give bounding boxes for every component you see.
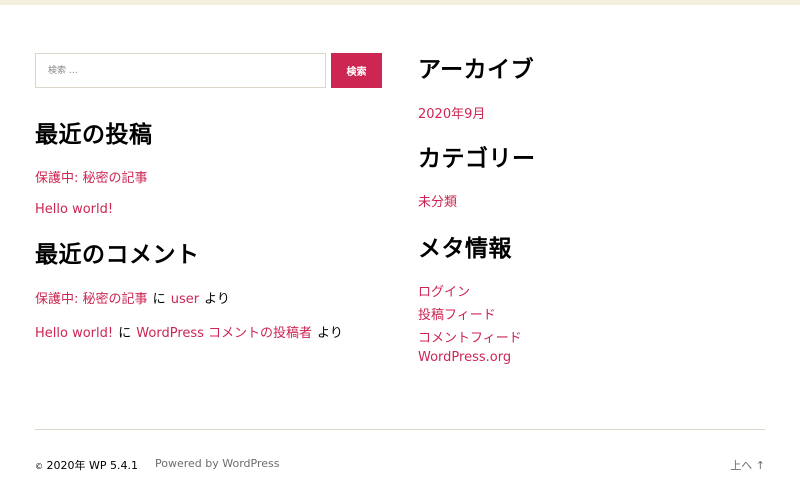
comment-on-text: に <box>118 326 132 341</box>
archives-heading: アーカイブ <box>418 57 535 83</box>
widget-column-right: アーカイブ 2020年9月 カテゴリー 未分類 メタ情報 ログイン 投稿フィード… <box>418 53 765 366</box>
to-top-link[interactable]: 上へ ↑ <box>730 457 765 473</box>
category-link[interactable]: 未分類 <box>418 191 765 210</box>
footer-divider <box>35 429 765 430</box>
comment-author-link[interactable]: user <box>171 292 199 307</box>
copyright-symbol: © <box>35 462 43 471</box>
comment-by-text: より <box>317 326 343 341</box>
search-input[interactable] <box>35 53 326 88</box>
search-button[interactable]: 検索 <box>331 53 382 88</box>
recent-post-link[interactable]: Hello world! <box>35 202 382 217</box>
meta-link-comments-feed[interactable]: コメントフィード <box>418 327 765 346</box>
meta-link-login[interactable]: ログイン <box>418 281 765 300</box>
site-footer: © 2020年 WP 5.4.1 Powered by WordPress 上へ… <box>35 457 765 473</box>
copyright: © 2020年 WP 5.4.1 <box>35 457 138 473</box>
recent-comments-heading: 最近のコメント <box>35 242 200 268</box>
meta-link-entries-feed[interactable]: 投稿フィード <box>418 304 765 323</box>
recent-comment-item: Hello world! に WordPress コメントの投稿者 より <box>35 322 382 341</box>
copyright-text: 2020年 WP 5.4.1 <box>46 459 139 472</box>
comment-author-link[interactable]: WordPress コメントの投稿者 <box>136 326 312 341</box>
widget-column-left: 検索 最近の投稿 保護中: 秘密の記事 Hello world! 最近のコメント… <box>35 53 382 341</box>
comment-by-text: より <box>204 292 230 307</box>
powered-by-link[interactable]: Powered by WordPress <box>155 457 279 470</box>
recent-post-link[interactable]: 保護中: 秘密の記事 <box>35 167 382 186</box>
meta-link-wordpress-org[interactable]: WordPress.org <box>418 350 765 365</box>
comment-post-link[interactable]: 保護中: 秘密の記事 <box>35 292 148 307</box>
recent-posts-heading: 最近の投稿 <box>35 122 153 148</box>
meta-heading: メタ情報 <box>418 236 512 262</box>
header-bar <box>0 0 800 5</box>
comment-post-link[interactable]: Hello world! <box>35 326 113 341</box>
comment-on-text: に <box>152 292 166 307</box>
recent-comment-item: 保護中: 秘密の記事 に user より <box>35 288 382 307</box>
search-form: 検索 <box>35 53 382 88</box>
categories-heading: カテゴリー <box>418 146 536 172</box>
archive-link[interactable]: 2020年9月 <box>418 103 765 122</box>
